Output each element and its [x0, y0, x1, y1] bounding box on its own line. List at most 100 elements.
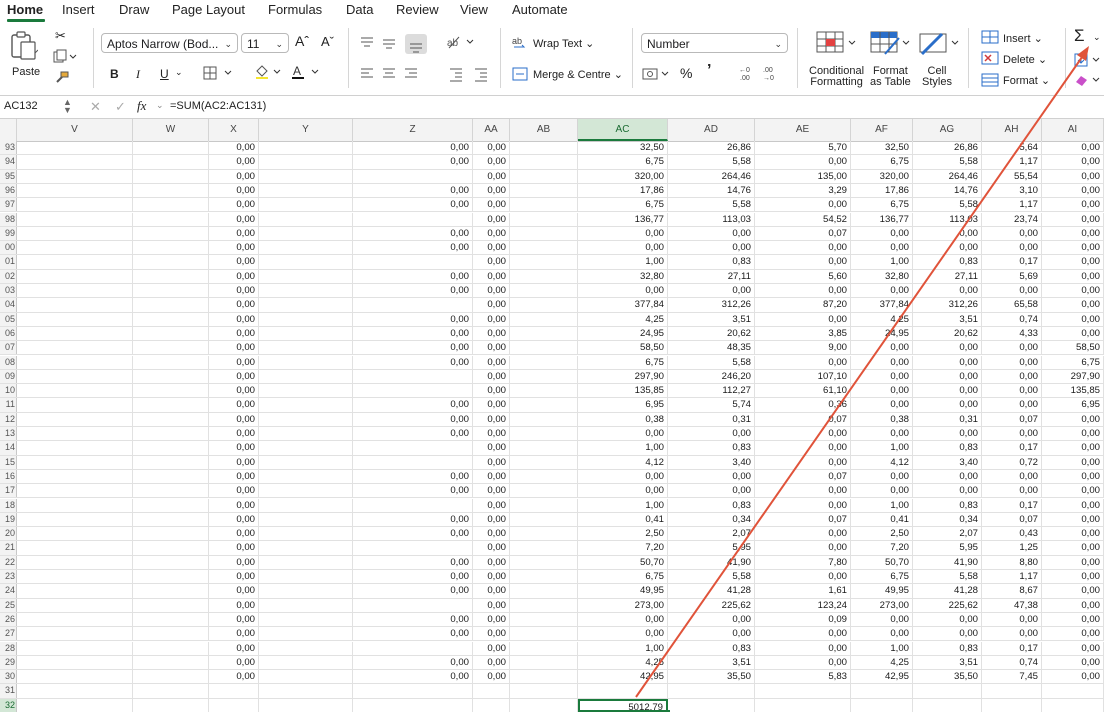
cell-ab[interactable] [510, 369, 578, 384]
cell-ae[interactable]: 135,00 [755, 169, 851, 183]
cell-ah[interactable]: 65,58 [982, 298, 1042, 312]
cell-ab[interactable] [510, 527, 578, 541]
row-header[interactable]: 08 [0, 355, 17, 369]
cell-aa[interactable]: 0,00 [473, 212, 510, 226]
cell-ai[interactable]: 0,00 [1042, 269, 1104, 283]
column-header-ag[interactable]: AG [913, 119, 982, 141]
cell-y[interactable] [259, 384, 353, 398]
cell-x[interactable]: 0,00 [209, 570, 259, 584]
cell-aa[interactable]: 0,00 [473, 169, 510, 183]
cell-ab[interactable] [510, 570, 578, 584]
cell-ag[interactable]: 20,62 [913, 326, 982, 341]
cell-ai[interactable]: 0,00 [1042, 612, 1104, 627]
cell-ab[interactable] [510, 384, 578, 398]
cell-ah[interactable]: 0,17 [982, 641, 1042, 655]
cell-aa[interactable]: 0,00 [473, 598, 510, 612]
cell-w[interactable] [133, 684, 209, 698]
name-box-stepper-icon[interactable]: ▲ ▼ [63, 98, 72, 115]
cell-ac[interactable]: 4,25 [578, 312, 668, 326]
cell-ah[interactable]: 1,17 [982, 570, 1042, 584]
cell-w[interactable] [133, 427, 209, 441]
row-header[interactable]: 19 [0, 512, 17, 527]
cell-ab[interactable] [510, 684, 578, 698]
cell-y[interactable] [259, 369, 353, 384]
cell-ac[interactable]: 49,95 [578, 584, 668, 598]
cell-af[interactable]: 0,00 [851, 369, 913, 384]
tab-view[interactable]: View [460, 2, 488, 17]
cell-y[interactable] [259, 326, 353, 341]
cell-ae[interactable]: 3,29 [755, 183, 851, 198]
cell-ad[interactable]: 20,62 [668, 326, 755, 341]
cell-v[interactable] [17, 655, 133, 670]
cell-ad[interactable]: 41,90 [668, 555, 755, 569]
formula-input[interactable]: =SUM(AC2:AC131) [170, 100, 266, 112]
cell-v[interactable] [17, 226, 133, 241]
row-header[interactable]: 96 [0, 183, 17, 198]
cell-x[interactable]: 0,00 [209, 169, 259, 183]
cell-ad[interactable]: 3,51 [668, 312, 755, 326]
cell-ag[interactable]: 0,00 [913, 398, 982, 412]
cell-ab[interactable] [510, 670, 578, 684]
chevron-down-icon[interactable]: ⌄ [156, 100, 164, 111]
cell-ac[interactable]: 50,70 [578, 555, 668, 569]
cell-ah[interactable]: 0,00 [982, 627, 1042, 641]
cell-ac[interactable]: 0,00 [578, 627, 668, 641]
cell-ag[interactable]: 0,00 [913, 427, 982, 441]
cell-ah[interactable]: 1,17 [982, 198, 1042, 212]
cell-z[interactable] [353, 384, 473, 398]
cell-ab[interactable] [510, 284, 578, 298]
tab-home[interactable]: Home [7, 2, 43, 17]
cell-ac[interactable]: 273,00 [578, 598, 668, 612]
cell-aa[interactable]: 0,00 [473, 455, 510, 469]
cell-ag[interactable]: 3,51 [913, 312, 982, 326]
cell-z[interactable]: 0,00 [353, 198, 473, 212]
cell-x[interactable]: 0,00 [209, 198, 259, 212]
cell-z[interactable]: 0,00 [353, 655, 473, 670]
cell-ac[interactable]: 6,75 [578, 198, 668, 212]
row-header[interactable]: 98 [0, 212, 17, 226]
cell-ad[interactable]: 246,20 [668, 369, 755, 384]
row-header[interactable]: 27 [0, 627, 17, 641]
cell-af[interactable]: 0,00 [851, 398, 913, 412]
cell-ac[interactable]: 6,75 [578, 155, 668, 169]
cell-aa[interactable]: 0,00 [473, 469, 510, 484]
cell-v[interactable] [17, 641, 133, 655]
cell-aa[interactable]: 0,00 [473, 427, 510, 441]
cell-ad[interactable]: 35,50 [668, 670, 755, 684]
cell-ag[interactable] [913, 698, 982, 712]
cell-af[interactable]: 1,00 [851, 441, 913, 455]
cell-v[interactable] [17, 369, 133, 384]
cell-x[interactable] [209, 684, 259, 698]
cell-z[interactable]: 0,00 [353, 427, 473, 441]
cell-ae[interactable]: 5,70 [755, 141, 851, 155]
cell-aa[interactable]: 0,00 [473, 312, 510, 326]
cell-z[interactable] [353, 212, 473, 226]
cell-ai[interactable]: 0,00 [1042, 241, 1104, 255]
row-header[interactable]: 07 [0, 341, 17, 355]
cell-af[interactable] [851, 698, 913, 712]
cell-ac[interactable]: 1,00 [578, 441, 668, 455]
cell-ah[interactable]: 0,00 [982, 484, 1042, 498]
cell-aa[interactable]: 0,00 [473, 341, 510, 355]
cell-z[interactable]: 0,00 [353, 355, 473, 369]
cell-ab[interactable] [510, 155, 578, 169]
cell-ab[interactable] [510, 269, 578, 283]
chevron-down-icon[interactable]: ⌄ [175, 67, 183, 78]
cell-v[interactable] [17, 584, 133, 598]
row-header[interactable]: 31 [0, 684, 17, 698]
cell-ag[interactable]: 2,07 [913, 527, 982, 541]
decrease-decimal-icon[interactable]: ←0.00.00 →0 [738, 64, 788, 87]
cell-ag[interactable]: 3,51 [913, 655, 982, 670]
cell-v[interactable] [17, 670, 133, 684]
cell-w[interactable] [133, 412, 209, 426]
cell-w[interactable] [133, 198, 209, 212]
cell-ah[interactable]: 0,00 [982, 241, 1042, 255]
cell-ah[interactable]: 0,00 [982, 469, 1042, 484]
borders-icon[interactable] [203, 66, 235, 85]
cell-ae[interactable]: 0,00 [755, 527, 851, 541]
cell-ae[interactable] [755, 684, 851, 698]
sigma-icon[interactable]: Σ [1074, 26, 1085, 46]
cell-ah[interactable]: 0,43 [982, 527, 1042, 541]
cell-ai[interactable]: 0,00 [1042, 555, 1104, 569]
cell-w[interactable] [133, 398, 209, 412]
